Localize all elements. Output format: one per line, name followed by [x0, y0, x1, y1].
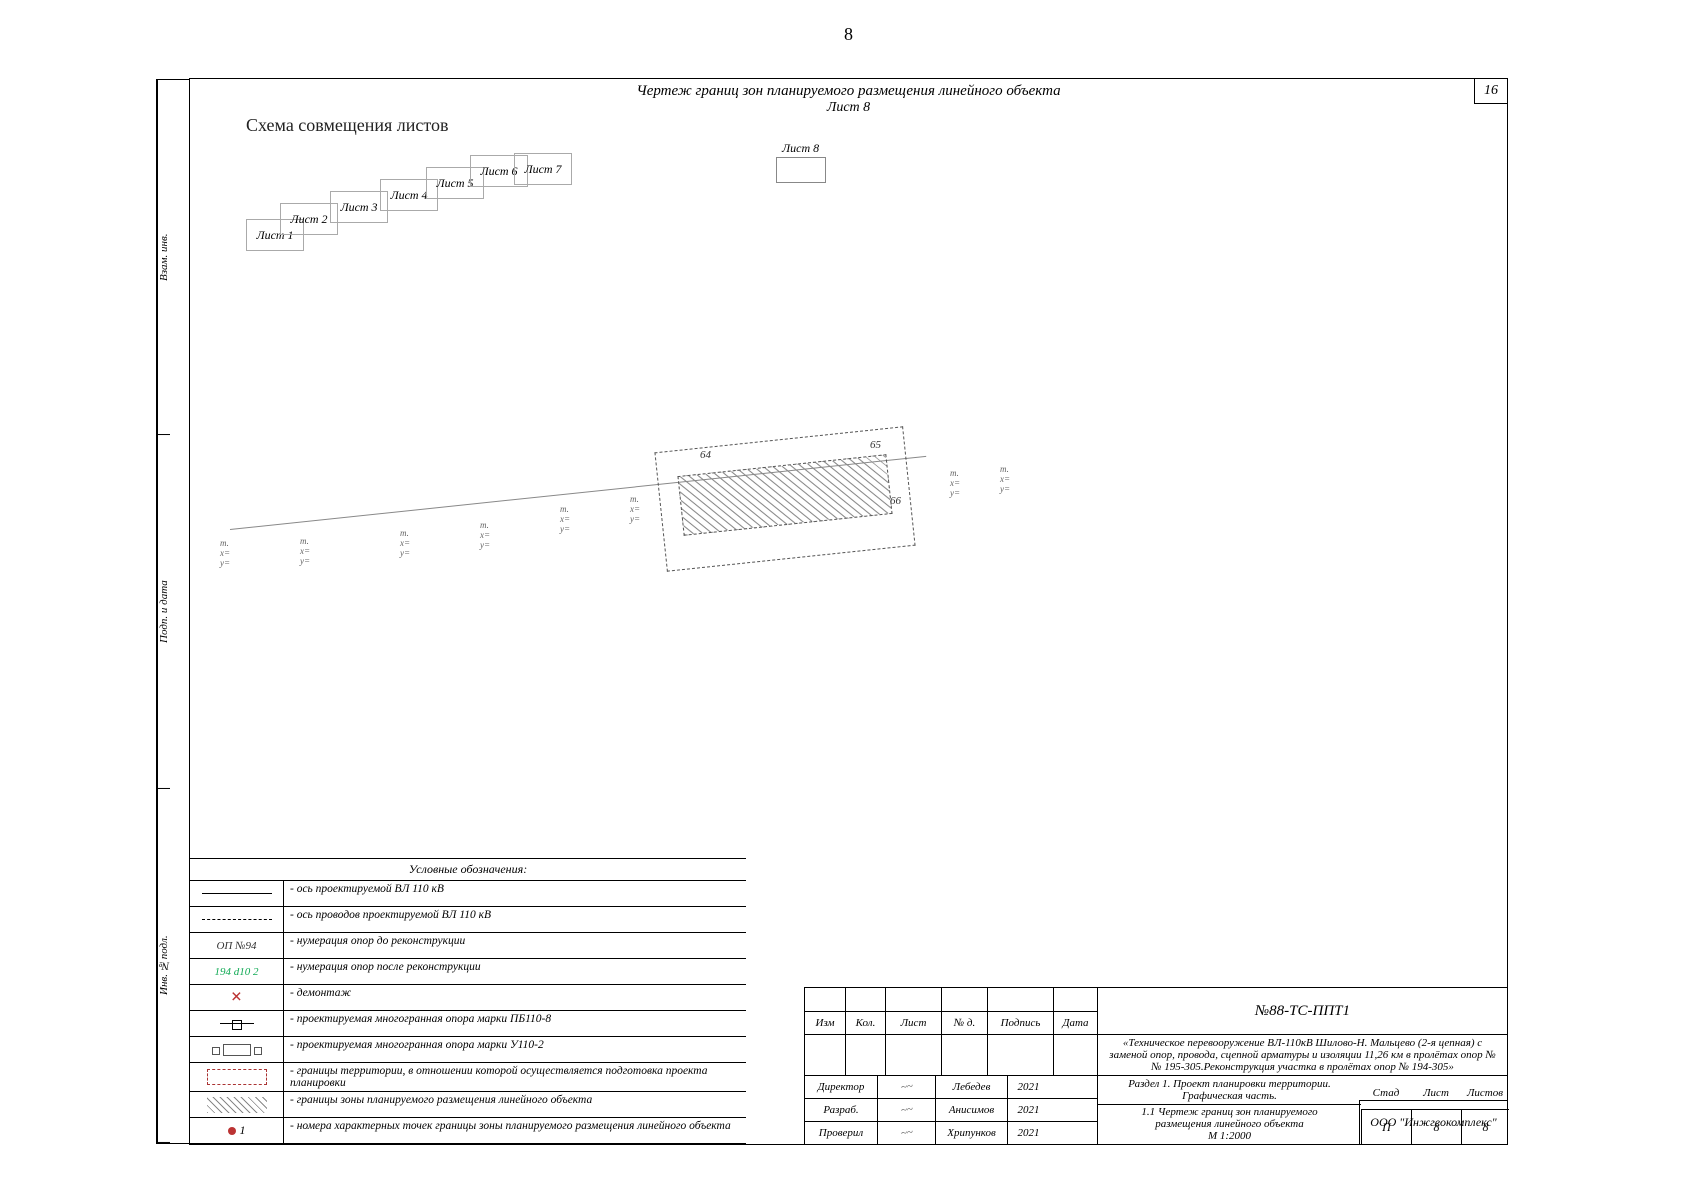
signer-name: Лебедев — [935, 1076, 1007, 1098]
legend-symbol: 194 d10 2 — [190, 959, 284, 984]
legend-symbol: 1 — [190, 1118, 284, 1143]
legend-text: - проектируемая многогранная опора марки… — [284, 1011, 746, 1036]
tb-cell — [987, 988, 1053, 1011]
tower-label: 65 — [870, 439, 881, 451]
legend-row: ×- демонтаж — [190, 985, 746, 1011]
tb-cell — [845, 988, 885, 1011]
legend-symbol — [190, 1063, 284, 1091]
legend-text: - демонтаж — [284, 985, 746, 1010]
signer-year: 2021 — [1007, 1076, 1049, 1098]
legend-row: - границы зоны планируемого размещения л… — [190, 1092, 746, 1118]
tb-cell — [885, 988, 941, 1011]
layout-diagram-title: Схема совмещения листов — [246, 115, 449, 136]
binding-strip: Взам. инв. Подп. и дата Инв. №подл. — [156, 79, 190, 1144]
signer-role: Разраб. — [805, 1099, 877, 1121]
legend-row: - проектируемая многогранная опора марки… — [190, 1011, 746, 1037]
survey-point: т.x=y= — [400, 529, 410, 559]
survey-point: т.x=y= — [1000, 465, 1010, 495]
drawing-subtitle: 1.1 Чертеж границ зон планируемого — [1141, 1106, 1317, 1118]
tb-head-kol: Кол. — [845, 1012, 885, 1034]
drawing-title: Чертеж границ зон планируемого размещени… — [190, 83, 1507, 100]
legend-text: - проектируемая многогранная опора марки… — [284, 1037, 746, 1062]
survey-point: т.x=y= — [480, 521, 490, 551]
layout-sheet: Лист 7 — [514, 153, 572, 185]
legend-text: - нумерация опор до реконструкции — [284, 933, 746, 958]
drawing-sheet-label: Лист 8 — [190, 100, 1507, 116]
binding-cell: Инв. №подл. — [157, 789, 170, 1143]
legend-symbol — [190, 1037, 284, 1062]
legend-row: 1- номера характерных точек границы зоны… — [190, 1118, 746, 1144]
title-block: Изм Кол. Лист № д. Подпись Дата №88-ТС-П… — [804, 987, 1508, 1145]
survey-point: т.x=y= — [630, 495, 640, 525]
page-number: 8 — [0, 0, 1697, 45]
signer-year: 2021 — [1007, 1122, 1049, 1144]
tb-head-izm: Изм — [805, 1012, 845, 1034]
legend: Условные обозначения: - ось проектируемо… — [190, 858, 746, 1144]
current-sheet-label: Лист 8 — [782, 141, 819, 156]
signer-role: Проверил — [805, 1122, 877, 1144]
tb-cell — [805, 988, 845, 1011]
legend-text: - ось проектируемой ВЛ 110 кВ — [284, 881, 746, 906]
graphic-part: Графическая часть. — [1182, 1090, 1277, 1102]
tower-label: 64 — [700, 449, 711, 461]
company-name: ООО "Инжгеокомплекс" — [1359, 1100, 1507, 1144]
tb-head-list: Лист — [885, 1012, 941, 1034]
legend-row: - ось проектируемой ВЛ 110 кВ — [190, 881, 746, 907]
survey-point: т.x=y= — [560, 505, 570, 535]
legend-symbol: ОП №94 — [190, 933, 284, 958]
binding-cell: Взам. инв. — [157, 80, 170, 435]
legend-symbol: × — [190, 985, 284, 1010]
plan-drawing: 64 65 66 т.x=y= т.x=y= т.x=y= т.x=y= т.x… — [230, 409, 1110, 649]
tb-head-podp: Подпись — [987, 1012, 1053, 1034]
tb-cell — [1053, 988, 1097, 1011]
project-description: «Техническое перевооружение ВЛ-110кВ Шил… — [1097, 1035, 1507, 1075]
signer-role: Директор — [805, 1076, 877, 1098]
signer-sig: ~~ — [877, 1122, 935, 1144]
section-title: Раздел 1. Проект планировки территории. — [1128, 1078, 1330, 1090]
signer-name: Хрипунков — [935, 1122, 1007, 1144]
survey-point: т.x=y= — [220, 539, 230, 569]
tb-cell — [941, 988, 987, 1011]
legend-symbol — [190, 907, 284, 932]
tb-head-doc: № д. — [941, 1012, 987, 1034]
legend-text: - границы зоны планируемого размещения л… — [284, 1092, 746, 1117]
drawing-frame: 16 Чертеж границ зон планируемого размещ… — [189, 78, 1508, 1145]
legend-text: - ось проводов проектируемой ВЛ 110 кВ — [284, 907, 746, 932]
legend-title: Условные обозначения: — [190, 859, 746, 881]
binding-cell: Подп. и дата — [157, 435, 170, 789]
tb-head-date: Дата — [1053, 1012, 1097, 1034]
legend-row: - проектируемая многогранная опора марки… — [190, 1037, 746, 1063]
legend-text: - номера характерных точек границы зоны … — [284, 1118, 746, 1143]
legend-symbol — [190, 1092, 284, 1117]
signer-name: Анисимов — [935, 1099, 1007, 1121]
survey-point: т.x=y= — [950, 469, 960, 499]
survey-point: т.x=y= — [300, 537, 310, 567]
drawing-subtitle: размещения линейного объекта — [1155, 1118, 1304, 1130]
signer-sig: ~~ — [877, 1099, 935, 1121]
doc-code: №88-ТС-ППТ1 — [1097, 988, 1507, 1034]
legend-row: - границы территории, в отношении которо… — [190, 1063, 746, 1092]
legend-row: ОП №94- нумерация опор до реконструкции — [190, 933, 746, 959]
legend-row: 194 d10 2- нумерация опор после реконстр… — [190, 959, 746, 985]
signer-year: 2021 — [1007, 1099, 1049, 1121]
legend-symbol — [190, 1011, 284, 1036]
legend-row: - ось проводов проектируемой ВЛ 110 кВ — [190, 907, 746, 933]
legend-text: - границы территории, в отношении которо… — [284, 1063, 746, 1091]
legend-text: - нумерация опор после реконструкции — [284, 959, 746, 984]
sheet-number-badge: 16 — [1474, 78, 1508, 104]
current-sheet-marker — [776, 157, 826, 183]
signer-sig: ~~ — [877, 1076, 935, 1098]
tower-label: 66 — [890, 495, 901, 507]
scale: М 1:2000 — [1208, 1130, 1251, 1142]
legend-symbol — [190, 881, 284, 906]
